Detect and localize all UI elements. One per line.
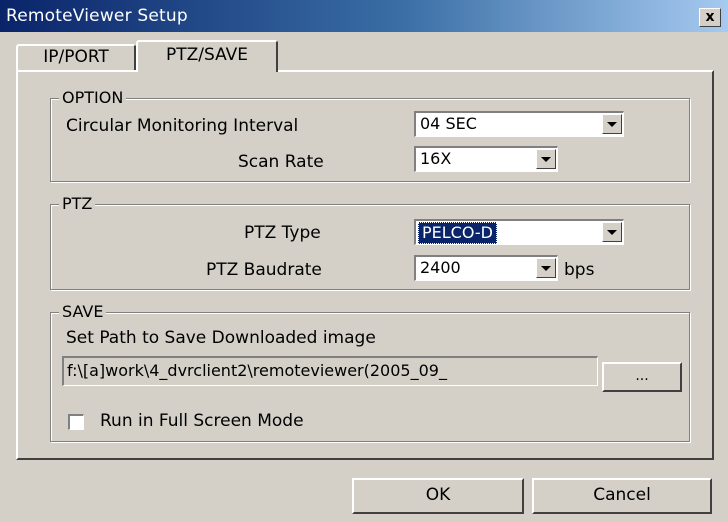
fullscreen-checkbox[interactable] (68, 414, 84, 430)
tab-ip-port[interactable]: IP/PORT (16, 44, 136, 71)
cancel-button[interactable]: Cancel (532, 478, 712, 514)
scan-rate-label: Scan Rate (238, 152, 324, 172)
save-path-label: Set Path to Save Downloaded image (66, 328, 376, 348)
ptz-baudrate-select[interactable]: 2400 (414, 255, 558, 281)
close-icon: x (705, 9, 715, 25)
save-path-field[interactable]: f:\[a]work\4_dvrclient2\remoteviewer(200… (62, 356, 598, 386)
chevron-down-icon[interactable] (602, 114, 622, 134)
interval-value: 04 SEC (420, 114, 477, 133)
interval-label: Circular Monitoring Interval (66, 116, 299, 136)
chevron-down-icon[interactable] (536, 258, 556, 278)
scan-rate-select[interactable]: 16X (414, 146, 558, 172)
option-legend: OPTION (59, 88, 127, 107)
chevron-down-icon[interactable] (602, 222, 622, 242)
ptz-type-value: PELCO-D (418, 222, 497, 244)
window-title: RemoteViewer Setup (6, 6, 188, 26)
ptz-baudrate-label: PTZ Baudrate (206, 260, 322, 280)
ptz-legend: PTZ (59, 194, 96, 213)
ptz-type-label: PTZ Type (244, 223, 321, 243)
ptz-type-select[interactable]: PELCO-D (414, 219, 624, 245)
scan-rate-value: 16X (420, 149, 452, 168)
chevron-down-icon[interactable] (536, 149, 556, 169)
ok-button[interactable]: OK (352, 478, 524, 514)
fullscreen-label[interactable]: Run in Full Screen Mode (100, 411, 304, 431)
save-legend: SAVE (59, 302, 107, 321)
title-bar[interactable]: RemoteViewer Setup x (0, 0, 728, 32)
tab-ptz-save[interactable]: PTZ/SAVE (136, 40, 278, 72)
ptz-baudrate-value: 2400 (420, 258, 461, 277)
close-button[interactable]: x (699, 8, 721, 27)
browse-button[interactable]: ... (602, 362, 682, 392)
baudrate-unit: bps (564, 260, 595, 280)
tab-panel: OPTION PTZ SAVE Circular Monitoring Inte… (16, 70, 714, 460)
interval-select[interactable]: 04 SEC (414, 111, 624, 137)
